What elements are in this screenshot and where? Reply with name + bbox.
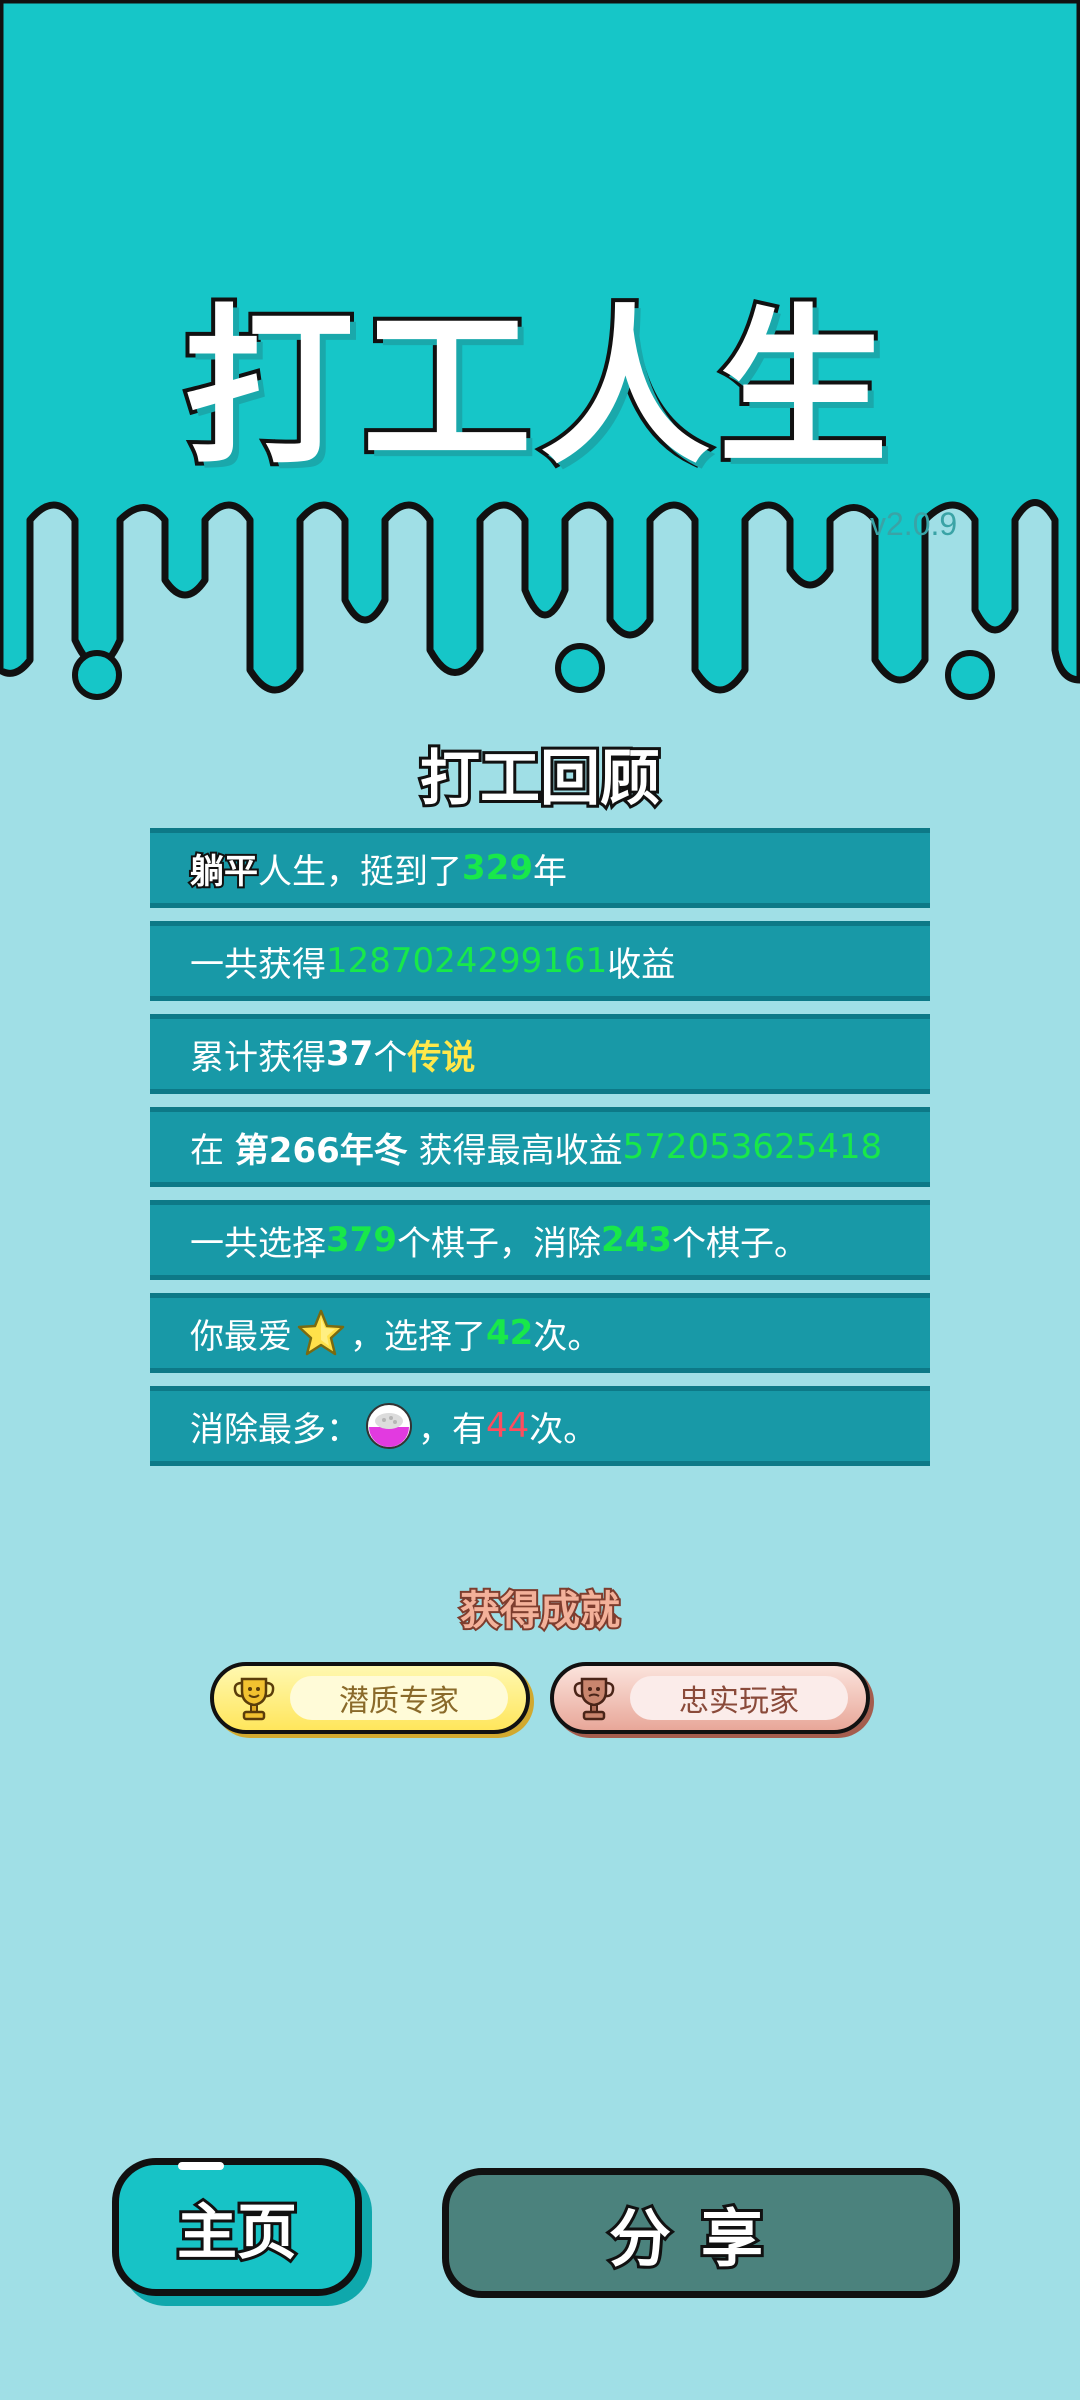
achievement-label-gold: 潜质专家 [290,1676,508,1720]
stat-row-legendary-count: 累计获得 37 个 传说 [150,1014,930,1094]
stat-row-best-income: 在 第266年冬 获得最高收益 572053625418 [150,1107,930,1187]
home-button-label: 主页 [174,2195,300,2271]
stat-row-total-income: 一共获得 1287024299161 收益 [150,921,930,1001]
selected-count-value: 379 [326,1220,397,1260]
most-removed-count-value: 44 [486,1406,530,1446]
stat-row-lifespan: 躺平 人生，挺到了 329 年 [150,828,930,908]
stat-row-favorite: 你最爱 ，选择了 42 次。 [150,1293,930,1373]
removed-count-value: 243 [600,1220,672,1260]
bronze-trophy-icon [573,1677,615,1721]
lifestyle-label: 躺平 [188,850,260,894]
stat-row-pieces: 一共选择 379 个棋子，消除 243 个棋子。 [150,1200,930,1280]
achievement-label-bronze: 忠实玩家 [630,1676,848,1720]
total-income-value: 1287024299161 [326,941,608,981]
gold-trophy-icon [233,1677,275,1721]
rarity-label: 传说 [407,1037,476,1078]
season-label: 第266年冬 [234,1130,408,1171]
review-title: 打工回顾 [417,741,663,817]
achievements-title: 获得成就 [458,1586,622,1636]
version-label: v2.0.9 [870,506,958,542]
achievement-badge-gold[interactable]: 潜质专家 [210,1662,530,1734]
favorite-count-value: 42 [486,1313,534,1353]
share-button-label: 分享 [606,2199,793,2278]
best-income-value: 572053625418 [622,1127,883,1167]
legendary-count-value: 37 [326,1034,374,1074]
stat-row-most-removed: 消除最多： ，有 44 次。 [150,1386,930,1466]
years-value: 329 [462,848,533,888]
star-icon [297,1309,345,1356]
game-title: 打工人生 [180,286,896,492]
achievement-badge-bronze[interactable]: 忠实玩家 [550,1662,870,1734]
home-button[interactable]: 主页 [112,2158,362,2296]
share-button[interactable]: 分享 [442,2168,960,2298]
rice-bowl-icon [366,1403,412,1449]
home-button-highlight [178,2162,224,2170]
